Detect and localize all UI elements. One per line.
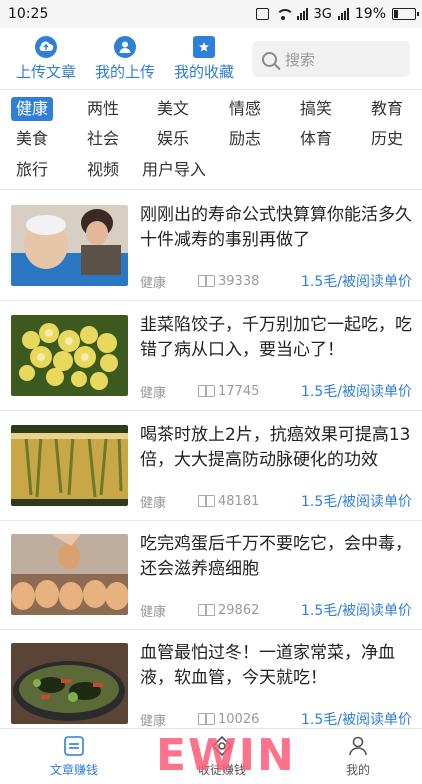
article-meta: 健康 29862 1.5毛/被阅读单价 bbox=[140, 601, 412, 620]
tab-mine-label: 我的 bbox=[346, 763, 371, 777]
category-grid: 健康 两性 美文 情感 搞笑 教育 美食 社会 娱乐 励志 体育 历史 旅行 视… bbox=[0, 91, 422, 190]
article-meta: 健康 39338 1.5毛/被阅读单价 bbox=[140, 272, 412, 291]
article-item[interactable]: 刚刚出的寿命公式快算算你能活多久十件减寿的事别再做了 健康 39338 1.5毛… bbox=[0, 191, 422, 301]
category-entertainment[interactable]: 娱乐 bbox=[152, 127, 194, 151]
signal-icon bbox=[296, 8, 308, 20]
article-thumbnail bbox=[11, 205, 128, 286]
tab-apprentice-earn[interactable]: 收徒赚钱 bbox=[198, 735, 246, 778]
article-meta: 健康 17745 1.5毛/被阅读单价 bbox=[140, 382, 412, 401]
search-box[interactable]: 搜索 bbox=[252, 41, 410, 77]
upload-article-label: 上传文章 bbox=[16, 63, 77, 81]
wifi-icon bbox=[275, 8, 294, 20]
bottom-tab-bar: 文章赚钱 收徒赚钱 我的 bbox=[0, 728, 422, 784]
article-reads: 39338 bbox=[218, 273, 260, 289]
my-uploads-button[interactable]: 我的上传 bbox=[95, 36, 155, 82]
star-bookmark-icon bbox=[193, 36, 215, 58]
article-thumbnail bbox=[11, 643, 128, 724]
article-price: 1.5毛/被阅读单价 bbox=[301, 603, 412, 619]
vibrate-icon bbox=[255, 8, 269, 20]
category-travel[interactable]: 旅行 bbox=[11, 158, 53, 182]
article-reads: 10026 bbox=[218, 711, 260, 727]
article-tag: 健康 bbox=[140, 713, 167, 729]
category-education[interactable]: 教育 bbox=[366, 97, 408, 121]
tab-apprentice-earn-label: 收徒赚钱 bbox=[198, 763, 247, 777]
article-tag: 健康 bbox=[140, 275, 167, 291]
battery-icon bbox=[392, 8, 419, 20]
category-health[interactable]: 健康 bbox=[11, 97, 54, 121]
category-society[interactable]: 社会 bbox=[82, 127, 124, 151]
article-price: 1.5毛/被阅读单价 bbox=[301, 274, 412, 290]
article-tag: 健康 bbox=[140, 604, 167, 620]
category-inspiration[interactable]: 励志 bbox=[224, 127, 266, 151]
category-history[interactable]: 历史 bbox=[366, 127, 408, 151]
my-favorites-label: 我的收藏 bbox=[174, 63, 235, 81]
article-title: 吃完鸡蛋后千万不要吃它，会中毒，还会滋养癌细胞 bbox=[140, 534, 412, 579]
status-bar: 10:25 3G 19% bbox=[0, 0, 422, 28]
article-meta: 健康 48181 1.5毛/被阅读单价 bbox=[140, 492, 412, 511]
category-emotion[interactable]: 情感 bbox=[224, 97, 266, 121]
article-item[interactable]: 血管最怕过冬！一道家常菜，净血液，软血管，今天就吃！ 健康 10026 1.5毛… bbox=[0, 629, 422, 739]
article-price: 1.5毛/被阅读单价 bbox=[301, 494, 412, 510]
article-tag: 健康 bbox=[140, 495, 167, 511]
category-user-import[interactable]: 用户导入 bbox=[137, 158, 211, 182]
article-title: 血管最怕过冬！一道家常菜，净血液，软血管，今天就吃！ bbox=[140, 643, 395, 688]
book-icon bbox=[198, 495, 216, 507]
book-icon bbox=[198, 604, 216, 616]
upload-article-button[interactable]: 上传文章 bbox=[16, 36, 76, 82]
cloud-upload-icon bbox=[35, 36, 57, 58]
book-icon bbox=[198, 385, 216, 397]
search-icon bbox=[262, 51, 277, 67]
article-title: 喝茶时放上2片，抗癌效果可提高13倍，大大提高防动脉硬化的功效 bbox=[140, 425, 411, 470]
article-item[interactable]: 喝茶时放上2片，抗癌效果可提高13倍，大大提高防动脉硬化的功效 健康 48181… bbox=[0, 411, 422, 521]
article-thumbnail bbox=[11, 534, 128, 615]
tab-articles-earn-label: 文章赚钱 bbox=[50, 763, 99, 777]
signal-icon-2 bbox=[337, 8, 349, 20]
article-tag: 健康 bbox=[140, 385, 167, 401]
article-meta: 健康 10026 1.5毛/被阅读单价 bbox=[140, 710, 412, 729]
category-food[interactable]: 美食 bbox=[11, 127, 53, 151]
tab-mine[interactable]: 我的 bbox=[346, 735, 370, 778]
article-price: 1.5毛/被阅读单价 bbox=[301, 712, 412, 728]
category-sports[interactable]: 体育 bbox=[295, 127, 337, 151]
category-prose[interactable]: 美文 bbox=[152, 97, 194, 121]
category-sex[interactable]: 两性 bbox=[82, 97, 124, 121]
article-item[interactable]: 韭菜陷饺子，千万别加它一起吃，吃错了病从口入，要当心了！ 健康 17745 1.… bbox=[0, 301, 422, 411]
status-icons: 3G 19% bbox=[255, 6, 419, 22]
user-icon bbox=[114, 36, 136, 58]
top-nav: 上传文章 我的上传 我的收藏 搜索 bbox=[0, 28, 422, 90]
diamond-icon bbox=[211, 735, 233, 757]
article-price: 1.5毛/被阅读单价 bbox=[301, 384, 412, 400]
category-funny[interactable]: 搞笑 bbox=[295, 97, 337, 121]
book-icon bbox=[198, 275, 216, 287]
network-type: 3G bbox=[313, 6, 332, 22]
article-reads: 17745 bbox=[218, 383, 260, 399]
article-thumbnail bbox=[11, 425, 128, 506]
person-icon bbox=[349, 736, 367, 756]
article-thumbnail bbox=[11, 315, 128, 396]
my-favorites-button[interactable]: 我的收藏 bbox=[174, 36, 234, 82]
document-icon bbox=[64, 736, 84, 756]
search-placeholder: 搜索 bbox=[285, 50, 316, 69]
my-uploads-label: 我的上传 bbox=[95, 63, 156, 81]
article-title: 刚刚出的寿命公式快算算你能活多久十件减寿的事别再做了 bbox=[140, 205, 412, 250]
article-item[interactable]: 吃完鸡蛋后千万不要吃它，会中毒，还会滋养癌细胞 健康 29862 1.5毛/被阅… bbox=[0, 520, 422, 630]
status-time: 10:25 bbox=[8, 6, 49, 22]
category-video[interactable]: 视频 bbox=[82, 158, 124, 182]
book-icon bbox=[198, 713, 216, 725]
article-reads: 29862 bbox=[218, 602, 260, 618]
battery-percent: 19% bbox=[354, 6, 386, 22]
tab-articles-earn[interactable]: 文章赚钱 bbox=[50, 735, 98, 778]
article-reads: 48181 bbox=[218, 493, 260, 509]
article-title: 韭菜陷饺子，千万别加它一起吃，吃错了病从口入，要当心了！ bbox=[140, 315, 412, 360]
